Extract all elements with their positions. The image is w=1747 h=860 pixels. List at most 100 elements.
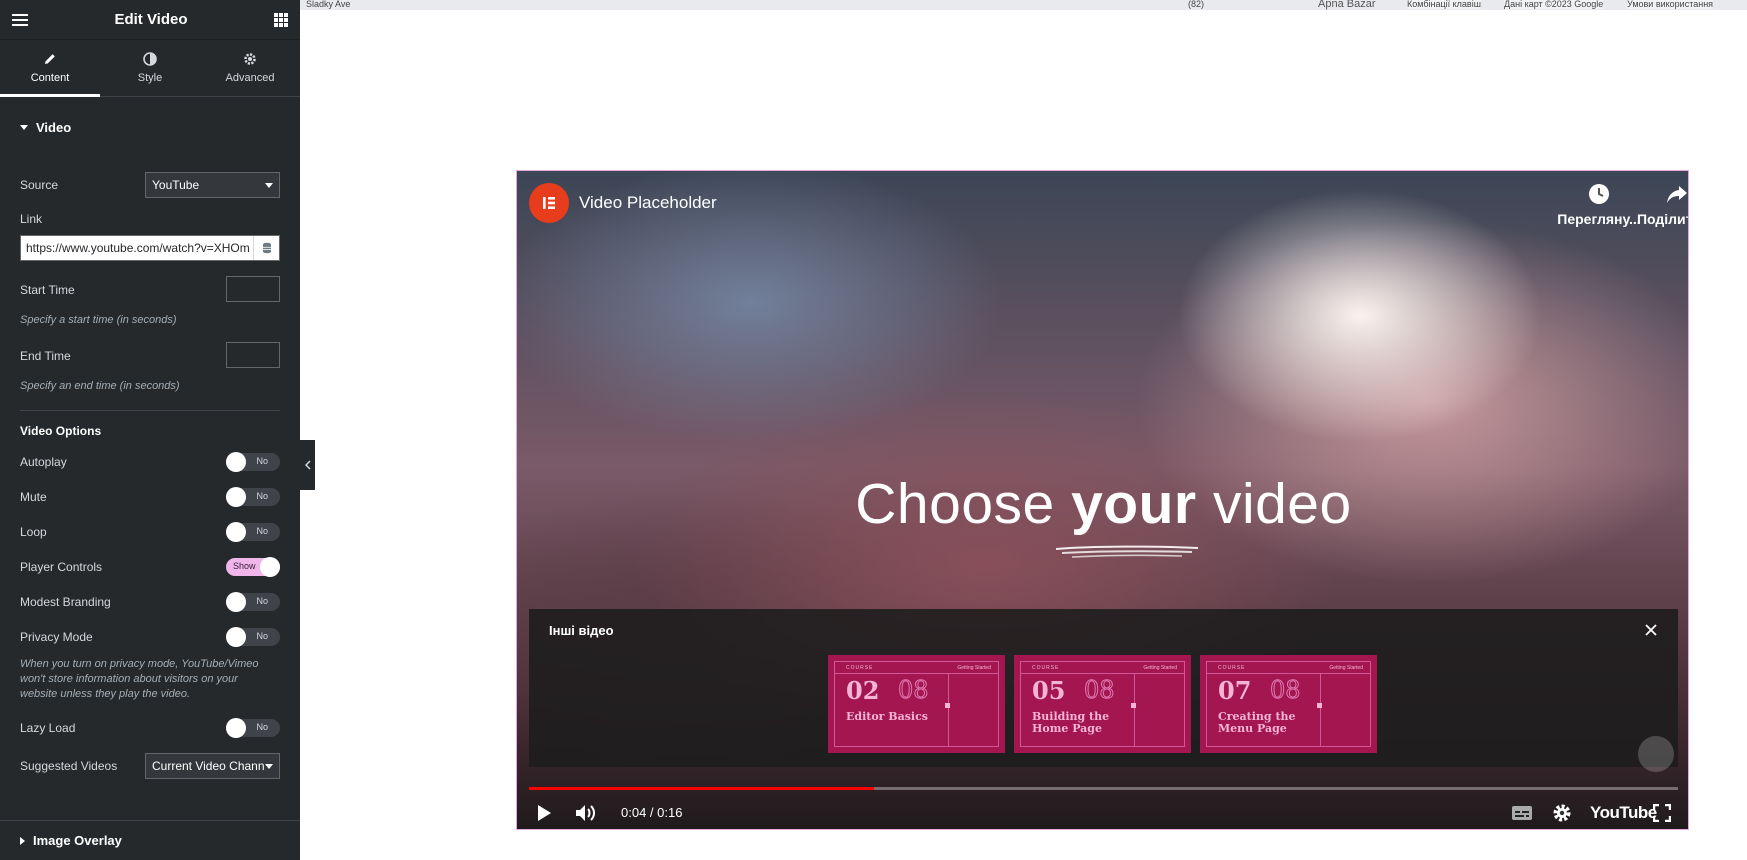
card-number: 05 — [1032, 676, 1066, 705]
card-course: COURSE — [1218, 665, 1246, 671]
tab-advanced-label: Advanced — [225, 72, 275, 84]
suggested-videos-value: Current Video Chann — [152, 759, 265, 773]
volume-icon — [576, 805, 595, 821]
source-select[interactable]: YouTube — [145, 172, 280, 198]
channel-avatar[interactable] — [529, 183, 569, 223]
progress-bar[interactable] — [529, 787, 1678, 790]
card-total: 08 — [898, 676, 930, 705]
progress-fill — [529, 787, 874, 790]
headline-pre: Choose — [855, 472, 1072, 536]
card-dot — [1317, 703, 1322, 708]
modest-branding-switch[interactable]: No — [226, 592, 280, 612]
headline-post: video — [1196, 472, 1352, 536]
suggested-videos-label: Suggested Videos — [20, 759, 118, 773]
more-videos-panel: Інші відео COURSE Getting Started 02 08 … — [529, 609, 1678, 767]
autoplay-state: No — [256, 456, 268, 466]
settings-button[interactable] — [1548, 799, 1576, 827]
card-course: COURSE — [1032, 665, 1060, 671]
map-data-label: Дані карт ©2023 Google — [1504, 0, 1604, 9]
fullscreen-button[interactable] — [1648, 799, 1676, 827]
mute-switch[interactable]: No — [226, 487, 280, 507]
loop-switch[interactable]: No — [226, 522, 280, 542]
tab-style-label: Style — [137, 72, 163, 84]
section-image-overlay-toggle[interactable]: Image Overlay — [0, 820, 300, 860]
link-input[interactable]: https://www.youtube.com/watch?v=XHOm — [21, 236, 253, 260]
video-title[interactable]: Video Placeholder — [579, 193, 717, 213]
section-video-toggle[interactable]: Video — [0, 97, 300, 157]
end-time-label: End Time — [20, 349, 71, 363]
panel-tabs: Content Style Advanced — [0, 40, 300, 97]
pencil-icon — [45, 54, 55, 64]
caret-down-icon — [20, 124, 28, 130]
start-time-input[interactable] — [226, 276, 280, 302]
mute-button[interactable] — [569, 799, 603, 827]
map-terms-link[interactable]: Умови використання — [1627, 0, 1714, 9]
switch-knob — [226, 627, 246, 647]
menu-icon[interactable] — [12, 13, 28, 26]
autoplay-switch[interactable]: No — [226, 452, 280, 472]
privacy-mode-switch[interactable]: No — [226, 627, 280, 647]
time-display: 0:04 / 0:16 — [621, 805, 683, 820]
card-line — [1320, 673, 1321, 747]
tab-style[interactable]: Style — [100, 40, 200, 96]
chevron-down-icon — [265, 764, 273, 769]
caret-right-icon — [20, 836, 25, 845]
card-dot — [1131, 703, 1136, 708]
lazy-load-label: Lazy Load — [20, 721, 76, 735]
map-road-label: (82) — [1188, 0, 1205, 9]
suggested-video-card[interactable]: COURSE Getting Started 05 08 Building th… — [1014, 655, 1191, 753]
widgets-grid-icon[interactable] — [273, 12, 288, 27]
map-street-label: Sladky Ave — [306, 0, 351, 9]
section-video-title: Video — [36, 119, 72, 135]
switch-knob — [260, 557, 280, 577]
card-tag: Getting Started — [1329, 665, 1363, 671]
card-caption: Editor Basics — [846, 710, 928, 723]
clock-icon — [1589, 184, 1609, 204]
video-player[interactable]: Video Placeholder Перегляну... Поділитис… — [516, 170, 1689, 830]
player-controls-label: Player Controls — [20, 560, 103, 574]
tab-advanced[interactable]: Advanced — [200, 40, 300, 96]
source-label: Source — [20, 178, 59, 192]
end-time-input[interactable] — [226, 342, 280, 368]
chevron-down-icon — [265, 183, 273, 188]
collapse-panel-button[interactable] — [300, 440, 315, 490]
switch-knob — [226, 718, 246, 738]
close-more-videos-button[interactable] — [1644, 623, 1658, 642]
share-button[interactable]: Поділитися — [1632, 183, 1688, 227]
map-shortcuts-link[interactable]: Комбінації клавіш — [1407, 0, 1481, 9]
card-number: 07 — [1218, 676, 1252, 705]
card-tag: Getting Started — [957, 665, 991, 671]
channel-watermark[interactable] — [1638, 736, 1674, 772]
subtitles-button[interactable] — [1508, 799, 1536, 827]
player-controls-switch[interactable]: Show — [226, 557, 280, 577]
player-controls: 0:04 / 0:16 YouTube — [529, 799, 1678, 827]
image-overlay-title: Image Overlay — [33, 833, 122, 848]
video-top-bar: Video Placeholder Перегляну... Поділитис… — [529, 183, 1688, 233]
card-caption: Creating the Menu Page — [1218, 710, 1296, 735]
map-place-label: Apna Bazar — [1318, 0, 1376, 10]
player-controls-state: Show — [233, 561, 256, 571]
database-icon — [262, 242, 271, 254]
fullscreen-icon — [1653, 804, 1671, 822]
start-time-label: Start Time — [20, 283, 75, 297]
gear-icon — [1553, 804, 1571, 822]
loop-label: Loop — [20, 525, 47, 539]
card-dot — [945, 703, 950, 708]
card-course: COURSE — [846, 665, 874, 671]
youtube-logo[interactable]: YouTube — [1590, 803, 1657, 823]
lazy-load-switch[interactable]: No — [226, 718, 280, 738]
card-total: 08 — [1270, 676, 1302, 705]
play-button[interactable] — [529, 799, 559, 827]
tab-content-label: Content — [30, 72, 70, 84]
watch-later-label: Перегляну... — [1557, 211, 1641, 227]
switch-knob — [226, 522, 246, 542]
source-value: YouTube — [152, 178, 200, 192]
suggested-video-card[interactable]: COURSE Getting Started 02 08 Editor Basi… — [828, 655, 1005, 753]
suggested-videos-select[interactable]: Current Video Chann — [145, 753, 280, 779]
watch-later-button[interactable]: Перегляну... — [1554, 183, 1644, 227]
tab-content[interactable]: Content — [0, 40, 100, 97]
suggested-video-card[interactable]: COURSE Getting Started 07 08 Creating th… — [1200, 655, 1377, 753]
dynamic-tags-button[interactable] — [253, 236, 279, 260]
headline-bold: your — [1071, 472, 1197, 536]
panel-header: Edit Video — [0, 0, 300, 40]
